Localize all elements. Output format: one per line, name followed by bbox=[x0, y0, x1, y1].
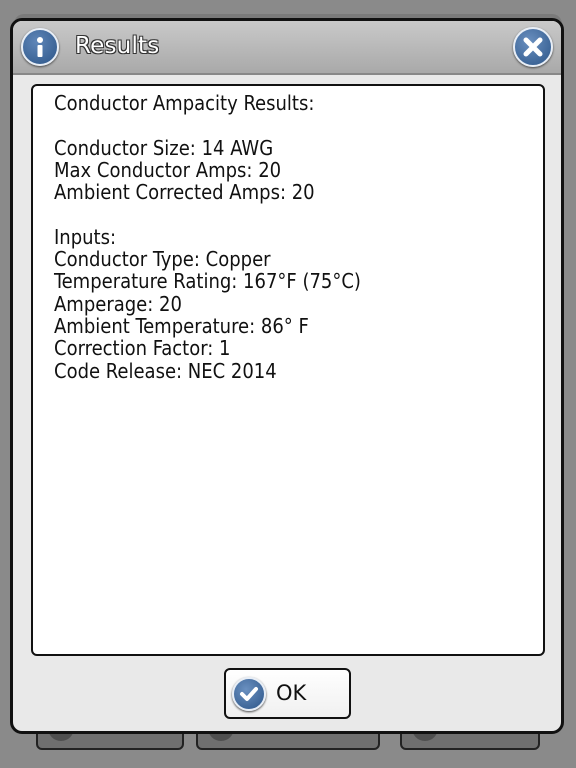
dialog-titlebar: Results bbox=[13, 21, 561, 75]
result-conductor-size: Conductor Size: 14 AWG bbox=[54, 135, 274, 160]
close-icon bbox=[523, 37, 543, 57]
results-heading: Conductor Ampacity Results: bbox=[54, 91, 315, 115]
results-dialog: Results Conductor Ampacity Results: Cond… bbox=[10, 18, 564, 734]
results-text-panel: Conductor Ampacity Results: Conductor Si… bbox=[31, 84, 545, 656]
result-max-conductor-amps: Max Conductor Amps: 20 bbox=[54, 157, 282, 182]
close-button[interactable] bbox=[513, 27, 553, 67]
input-conductor-type: Conductor Type: Copper bbox=[54, 247, 271, 272]
input-temperature-rating: Temperature Rating: 167°F (75°C) bbox=[54, 269, 361, 294]
dialog-title: Results bbox=[75, 33, 160, 59]
input-ambient-temperature: Ambient Temperature: 86° F bbox=[54, 313, 309, 338]
ok-button-label: OK bbox=[276, 681, 307, 705]
ok-button[interactable]: OK bbox=[224, 668, 351, 719]
input-code-release: Code Release: NEC 2014 bbox=[54, 358, 277, 383]
inputs-heading: Inputs: bbox=[54, 224, 117, 249]
result-ambient-corrected-amps: Ambient Corrected Amps: 20 bbox=[54, 180, 315, 205]
input-correction-factor: Correction Factor: 1 bbox=[54, 336, 231, 361]
input-amperage: Amperage: 20 bbox=[54, 291, 182, 316]
checkmark-icon bbox=[232, 677, 266, 711]
info-icon bbox=[21, 28, 59, 66]
